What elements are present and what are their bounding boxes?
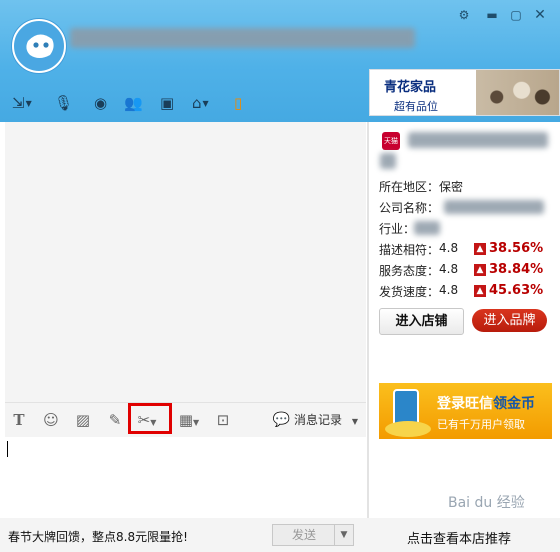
maximize-icon[interactable]: ▢ bbox=[508, 7, 524, 23]
banner-title-b: 领金币 bbox=[493, 396, 535, 412]
message-area[interactable] bbox=[5, 122, 366, 402]
rating-label: 服务态度： bbox=[379, 264, 440, 278]
voice-icon[interactable]: 🎙▼ bbox=[54, 92, 73, 130]
avatar[interactable] bbox=[12, 19, 66, 73]
chat-bubble-icon: 💬 bbox=[272, 412, 291, 428]
industry-label: 行业： bbox=[379, 222, 416, 236]
multi-chat-icon[interactable]: 👥 bbox=[124, 92, 143, 114]
shop-company: 公司名称： bbox=[379, 199, 439, 216]
chevron-down-icon: ▼ bbox=[351, 417, 358, 426]
contact-name-blurred bbox=[70, 28, 415, 48]
rating-label: 发货速度： bbox=[379, 285, 440, 299]
promo-text[interactable]: 春节大牌回馈，整点8.8元限量抢! bbox=[8, 528, 188, 545]
rating-row: 描述相符： 4.8 ▲ 38.56% bbox=[379, 241, 543, 258]
panel-divider bbox=[367, 122, 369, 552]
rating-row: 发货速度： 4.8 ▲ 45.63% bbox=[379, 283, 543, 300]
banner-title-a: 登录旺信 bbox=[437, 396, 493, 412]
footer-bar: 春节大牌回馈，整点8.8元限量抢! 发送 ▼ 点击查看本店推荐 bbox=[0, 518, 560, 552]
message-input[interactable] bbox=[5, 437, 366, 517]
message-history-button[interactable]: 💬 消息记录 ▼ bbox=[273, 403, 358, 437]
login-promo-banner[interactable]: 登录旺信领金币 已有千万用户领取 bbox=[379, 383, 552, 439]
font-icon[interactable]: T bbox=[9, 403, 29, 437]
gold-coins-icon bbox=[385, 421, 431, 437]
rating-score: 4.8 bbox=[439, 241, 459, 255]
gear-icon[interactable]: ⚙ bbox=[456, 7, 472, 23]
header-ad[interactable]: 青花家品 超有品位 bbox=[369, 69, 560, 116]
shop-recommend-link[interactable]: 点击查看本店推荐 bbox=[407, 528, 511, 547]
arrow-up-icon: ▲ bbox=[474, 285, 486, 297]
rating-row: 服务态度： 4.8 ▲ 38.84% bbox=[379, 262, 543, 279]
send-file-icon[interactable]: ⇲▼ bbox=[12, 92, 32, 114]
title-bar: ⚙ ▬ ▢ ✕ ⇲▼ 🎙▼ ◉ 👥 ▣ ⌂▼ ▯ 青花家品 超有品位 bbox=[0, 0, 560, 130]
edit-icon[interactable]: ✎ bbox=[105, 403, 125, 437]
shop-name-blurred bbox=[408, 132, 548, 148]
ad-subtitle: 超有品位 bbox=[394, 100, 438, 113]
mobile-icon[interactable]: ▯ bbox=[234, 92, 242, 114]
minimize-icon[interactable]: ▬ bbox=[484, 7, 500, 23]
enter-brand-button[interactable]: 进入品牌 bbox=[472, 309, 547, 332]
tmall-icon: 天猫 bbox=[382, 132, 400, 150]
shop-name-blurred-2 bbox=[380, 153, 396, 169]
shop-industry: 行业： bbox=[379, 220, 415, 237]
send-button[interactable]: 发送 bbox=[272, 524, 336, 546]
shop-location: 所在地区：保密 bbox=[379, 180, 464, 194]
rating-percent: 45.63% bbox=[489, 283, 544, 298]
text-cursor bbox=[7, 441, 8, 457]
rating-label: 描述相符： bbox=[379, 243, 440, 257]
image-icon[interactable]: ▨ bbox=[73, 403, 93, 437]
arrow-up-icon: ▲ bbox=[474, 264, 486, 276]
company-label: 公司名称： bbox=[379, 201, 440, 215]
banner-title: 登录旺信领金币 bbox=[437, 393, 535, 413]
screen-icon[interactable]: ⊡ bbox=[213, 403, 233, 437]
rating-percent: 38.84% bbox=[489, 262, 544, 277]
emoji-icon[interactable]: ☺ bbox=[41, 403, 61, 437]
history-label: 消息记录 bbox=[294, 413, 343, 427]
shop-info-panel: 天猫 所在地区：保密 公司名称： 行业： 描述相符： 4.8 ▲ 38.56% … bbox=[370, 122, 560, 518]
baidu-watermark: Bai du 经验 bbox=[448, 495, 525, 511]
rating-score: 4.8 bbox=[439, 283, 459, 297]
ad-title: 青花家品 bbox=[384, 80, 437, 95]
arrow-up-icon: ▲ bbox=[474, 243, 486, 255]
app-icon[interactable]: ⌂▼ bbox=[192, 92, 209, 114]
camera-icon[interactable]: ◉ bbox=[94, 92, 107, 114]
remote-screen-icon[interactable]: ▣ bbox=[160, 92, 174, 114]
close-icon[interactable]: ✕ bbox=[532, 7, 548, 23]
table-icon[interactable]: ▦▼ bbox=[175, 403, 203, 437]
rating-percent: 38.56% bbox=[489, 241, 544, 256]
company-blurred bbox=[444, 200, 544, 214]
banner-subtitle: 已有千万用户领取 bbox=[437, 418, 525, 431]
ad-image bbox=[476, 70, 559, 115]
send-options-button[interactable]: ▼ bbox=[334, 524, 354, 546]
scissors-highlight bbox=[128, 403, 172, 434]
industry-blurred bbox=[414, 221, 440, 235]
input-toolbar: T ☺ ▨ ✎ ✂▼ ▦▼ ⊡ 💬 消息记录 ▼ bbox=[5, 402, 366, 437]
rating-score: 4.8 bbox=[439, 262, 459, 276]
enter-shop-button[interactable]: 进入店铺 bbox=[379, 308, 464, 335]
